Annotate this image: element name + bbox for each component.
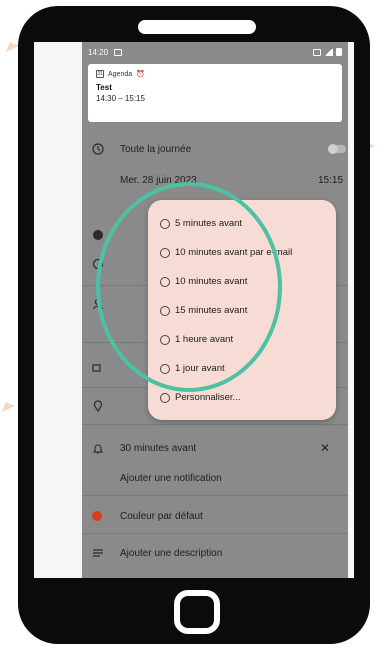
home-button[interactable] <box>174 590 220 634</box>
color-label: Couleur par défaut <box>120 510 203 522</box>
notification-card[interactable]: 31 Agenda ⏰ Test 14:30 – 15:15 <box>88 64 342 122</box>
option-label: Personnaliser... <box>175 392 241 403</box>
all-day-row[interactable]: Toute la journée <box>82 140 348 158</box>
signal-icon <box>324 48 333 56</box>
divider <box>82 495 348 496</box>
option-label: 1 heure avant <box>175 334 234 345</box>
all-day-toggle[interactable] <box>328 144 346 154</box>
phone-screen: 14:20 31 Agenda ⏰ Test 14:30 – 15:15 Tou… <box>34 42 354 578</box>
watermark-mark: ◢◣ <box>0 397 16 413</box>
color-row[interactable]: Couleur par défaut <box>82 508 348 524</box>
option-5-min[interactable]: 5 minutes avant <box>160 218 242 229</box>
option-10-min[interactable]: 10 minutes avant <box>160 276 247 287</box>
location-icon <box>93 400 103 412</box>
event-time[interactable]: 15:15 <box>318 175 343 186</box>
alarm-icon: ⏰ <box>136 71 145 78</box>
radio-button[interactable] <box>160 334 170 345</box>
remove-reminder-icon[interactable]: ✕ <box>320 441 330 455</box>
person-icon <box>92 298 104 310</box>
divider <box>82 533 348 534</box>
status-bar: 14:20 <box>82 42 348 62</box>
notification-app-line: 31 Agenda ⏰ <box>96 70 334 78</box>
notification-app-name: Agenda <box>108 70 133 78</box>
add-description-link[interactable]: Ajouter une description <box>120 548 222 559</box>
radio-button[interactable] <box>160 392 170 403</box>
notification-title: Test <box>96 83 112 92</box>
screenshot-stage: ◢◣ ◢◣ ◢◣ 14:20 31 Agenda ⏰ <box>0 0 388 648</box>
color-dot-icon <box>92 511 104 523</box>
add-notification-row[interactable]: Ajouter une notification <box>82 470 348 486</box>
option-1-hour[interactable]: 1 heure avant <box>160 334 233 345</box>
radio-button[interactable] <box>160 305 170 316</box>
event-date[interactable]: Mer. 28 juin 2023 <box>120 175 197 186</box>
nfc-icon <box>313 48 321 56</box>
description-row[interactable]: Ajouter une description <box>82 545 348 561</box>
option-label: 1 jour avant <box>175 363 225 374</box>
option-10-min-email[interactable]: 10 minutes avant par e-mail <box>160 247 292 258</box>
video-icon <box>92 364 101 372</box>
globe-icon <box>93 230 103 240</box>
watermark-mark: ◢◣ <box>2 37 20 53</box>
repeat-icon <box>92 258 104 270</box>
date-row[interactable]: Mer. 28 juin 2023 15:15 <box>82 172 348 188</box>
option-15-min[interactable]: 15 minutes avant <box>160 305 247 316</box>
bell-icon <box>92 444 104 454</box>
all-day-label: Toute la journée <box>120 143 192 155</box>
radio-button[interactable] <box>160 363 170 374</box>
option-label: 10 minutes avant par e-mail <box>175 247 293 258</box>
add-notification-link[interactable]: Ajouter une notification <box>120 473 222 484</box>
option-label: 5 minutes avant <box>175 218 243 229</box>
radio-button[interactable] <box>160 218 170 229</box>
notes-icon <box>93 549 103 557</box>
notification-times: 14:30 – 15:15 <box>96 94 145 103</box>
option-1-day[interactable]: 1 jour avant <box>160 363 225 374</box>
reminder-value[interactable]: 30 minutes avant <box>120 443 196 454</box>
battery-icon <box>336 48 342 56</box>
calendar-icon: 31 <box>96 70 104 78</box>
reminder-options-dialog: 5 minutes avant 10 minutes avant par e-m… <box>148 200 336 420</box>
radio-button[interactable] <box>160 276 170 287</box>
status-icons <box>313 48 342 56</box>
calendar-app: 14:20 31 Agenda ⏰ Test 14:30 – 15:15 Tou… <box>82 42 348 578</box>
clock-icon <box>92 143 104 155</box>
sim-icon <box>114 48 123 56</box>
radio-button[interactable] <box>160 247 170 258</box>
reminder-row[interactable]: 30 minutes avant ✕ <box>82 440 348 456</box>
divider <box>82 424 348 425</box>
status-time: 14:20 <box>88 47 109 57</box>
option-custom[interactable]: Personnaliser... <box>160 392 240 403</box>
option-label: 10 minutes avant <box>175 276 248 287</box>
phone-speaker <box>138 20 256 34</box>
event-color-swatch <box>92 511 102 521</box>
option-label: 15 minutes avant <box>175 305 248 316</box>
